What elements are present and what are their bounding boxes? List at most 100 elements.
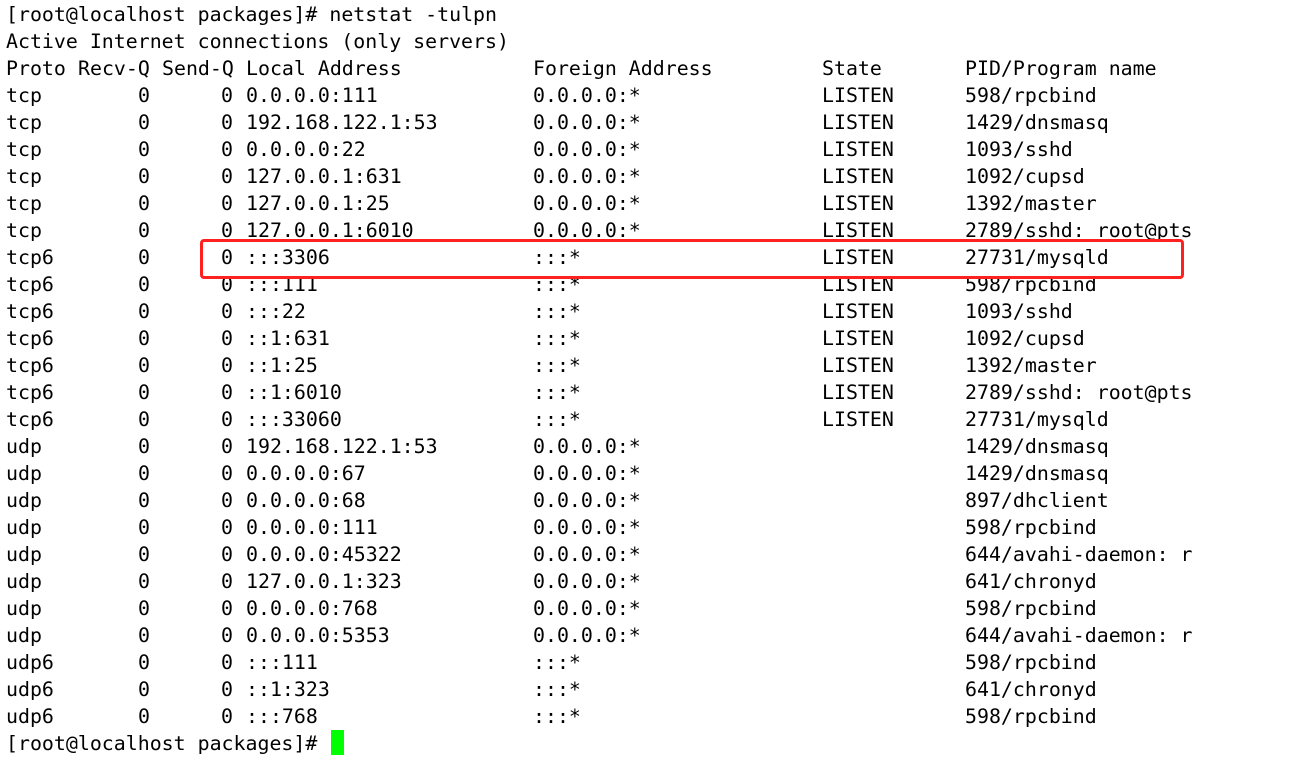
header-pid-program: PID/Program name: [965, 57, 1157, 80]
table-row: udp6 0 0:::111:::* 598/rpcbind: [6, 649, 1293, 676]
cell-foreign-address: 0.0.0.0:*: [533, 570, 641, 593]
table-row: tcp6 0 0:::3306:::* LISTEN 27731/mysqld: [6, 244, 1293, 271]
cell-recv-q: 0: [138, 435, 150, 458]
cell-local-address: :::22: [246, 300, 306, 323]
cell-send-q: 0: [221, 435, 233, 458]
cell-recv-q: 0: [138, 273, 150, 296]
cell-send-q: 0: [221, 165, 233, 188]
cell-pid-program: 1429/dnsmasq: [965, 111, 1109, 134]
final-prompt-line[interactable]: [root@localhost packages]#: [6, 730, 1293, 757]
cell-send-q: 0: [221, 408, 233, 431]
cell-send-q: 0: [221, 597, 233, 620]
cell-recv-q: 0: [138, 246, 150, 269]
cell-send-q: 0: [221, 84, 233, 107]
cell-state: LISTEN: [822, 192, 894, 215]
header-proto: Proto: [6, 57, 66, 80]
cell-send-q: 0: [221, 138, 233, 161]
table-row: udp 0 0 0.0.0.0:768 0.0.0.0:* 598/rpcbind: [6, 595, 1293, 622]
cell-recv-q: 0: [138, 408, 150, 431]
prompt: [root@localhost packages]#: [6, 3, 318, 26]
cell-recv-q: 0: [138, 165, 150, 188]
cell-recv-q: 0: [138, 84, 150, 107]
cell-state: LISTEN: [822, 300, 894, 323]
terminal-window[interactable]: [root@localhost packages]# netstat -tulp…: [0, 0, 1293, 763]
table-row: udp 0 0 0.0.0.0:5353 0.0.0.0:* 644/avahi-daem…: [6, 622, 1293, 649]
cell-foreign-address: 0.0.0.0:*: [533, 516, 641, 539]
cell-proto: udp: [6, 435, 42, 458]
command-text: netstat -tulpn: [329, 3, 497, 26]
cell-pid-program: 1092/cupsd: [965, 165, 1085, 188]
cell-local-address: 0.0.0.0:5353: [246, 624, 390, 647]
cell-foreign-address: :::*: [533, 327, 581, 350]
table-row: tcp 0 0 127.0.0.1:6010 0.0.0.0:* LISTEN 2789/s…: [6, 217, 1293, 244]
table-row: udp 0 0 127.0.0.1:323 0.0.0.0:* 641/chronyd: [6, 568, 1293, 595]
cell-pid-program: 1429/dnsmasq: [965, 435, 1109, 458]
cell-local-address: 0.0.0.0:67: [246, 462, 366, 485]
table-row: tcp6 0 0::1:6010:::* LISTEN 2789/sshd: root@…: [6, 379, 1293, 406]
cell-recv-q: 0: [138, 300, 150, 323]
cell-local-address: :::3306: [246, 246, 330, 269]
cell-local-address: 192.168.122.1:53: [246, 111, 438, 134]
cell-local-address: :::111: [246, 651, 318, 674]
header-recv-q: Recv-Q: [78, 57, 150, 80]
table-header: Proto Recv-Q Send-Q Local Address Foreig…: [6, 55, 1293, 82]
cell-send-q: 0: [221, 462, 233, 485]
cell-local-address: 127.0.0.1:323: [246, 570, 402, 593]
cell-local-address: ::1:6010: [246, 381, 342, 404]
cell-send-q: 0: [221, 246, 233, 269]
cell-foreign-address: 0.0.0.0:*: [533, 84, 641, 107]
cell-foreign-address: :::*: [533, 273, 581, 296]
cell-local-address: ::1:25: [246, 354, 318, 377]
table-row: tcp6 0 0:::33060:::* LISTEN 27731/mysqld: [6, 406, 1293, 433]
table-row: tcp 0 0 192.168.122.1:53 0.0.0.0:* LISTEN 1429…: [6, 109, 1293, 136]
cell-foreign-address: :::*: [533, 705, 581, 728]
connection-rows: tcp 0 0 0.0.0.0:111 0.0.0.0:* LISTEN 598/rpcbi…: [6, 82, 1293, 730]
table-row: tcp6 0 0::1:25:::* LISTEN 1392/master: [6, 352, 1293, 379]
cell-state: LISTEN: [822, 246, 894, 269]
cell-send-q: 0: [221, 219, 233, 242]
cell-pid-program: 1093/sshd: [965, 300, 1073, 323]
output-banner: Active Internet connections (only server…: [6, 30, 509, 53]
cell-proto: tcp6: [6, 327, 54, 350]
cell-local-address: :::768: [246, 705, 318, 728]
cell-local-address: 127.0.0.1:6010: [246, 219, 414, 242]
cell-pid-program: 897/dhclient: [965, 489, 1109, 512]
cell-proto: tcp: [6, 111, 42, 134]
table-row: udp 0 0 0.0.0.0:67 0.0.0.0:* 1429/dnsmasq: [6, 460, 1293, 487]
table-row: udp 0 0 0.0.0.0:68 0.0.0.0:* 897/dhclient: [6, 487, 1293, 514]
cell-foreign-address: 0.0.0.0:*: [533, 138, 641, 161]
cell-pid-program: 644/avahi-daemon: r: [965, 624, 1193, 647]
cell-recv-q: 0: [138, 462, 150, 485]
cell-proto: udp: [6, 489, 42, 512]
cell-pid-program: 641/chronyd: [965, 570, 1097, 593]
cell-state: LISTEN: [822, 354, 894, 377]
cell-recv-q: 0: [138, 570, 150, 593]
cell-local-address: 0.0.0.0:768: [246, 597, 378, 620]
cell-proto: udp6: [6, 678, 54, 701]
header-send-q: Send-Q: [162, 57, 234, 80]
table-row: tcp 0 0 0.0.0.0:22 0.0.0.0:* LISTEN 1093/sshd: [6, 136, 1293, 163]
table-row: udp6 0 0:::768:::* 598/rpcbind: [6, 703, 1293, 730]
cell-send-q: 0: [221, 327, 233, 350]
cell-proto: udp: [6, 624, 42, 647]
cell-local-address: 0.0.0.0:111: [246, 516, 378, 539]
cell-local-address: 0.0.0.0:45322: [246, 543, 402, 566]
cell-proto: tcp6: [6, 408, 54, 431]
cell-proto: tcp6: [6, 273, 54, 296]
cell-recv-q: 0: [138, 354, 150, 377]
cell-foreign-address: :::*: [533, 381, 581, 404]
cell-recv-q: 0: [138, 111, 150, 134]
cell-foreign-address: 0.0.0.0:*: [533, 219, 641, 242]
cell-recv-q: 0: [138, 138, 150, 161]
cell-proto: tcp6: [6, 354, 54, 377]
cell-pid-program: 598/rpcbind: [965, 597, 1097, 620]
cell-foreign-address: 0.0.0.0:*: [533, 435, 641, 458]
cell-local-address: 0.0.0.0:111: [246, 84, 378, 107]
cell-send-q: 0: [221, 300, 233, 323]
cell-send-q: 0: [221, 381, 233, 404]
cell-local-address: ::1:631: [246, 327, 330, 350]
cell-state: LISTEN: [822, 84, 894, 107]
cell-send-q: 0: [221, 111, 233, 134]
cell-foreign-address: 0.0.0.0:*: [533, 165, 641, 188]
cell-foreign-address: 0.0.0.0:*: [533, 489, 641, 512]
